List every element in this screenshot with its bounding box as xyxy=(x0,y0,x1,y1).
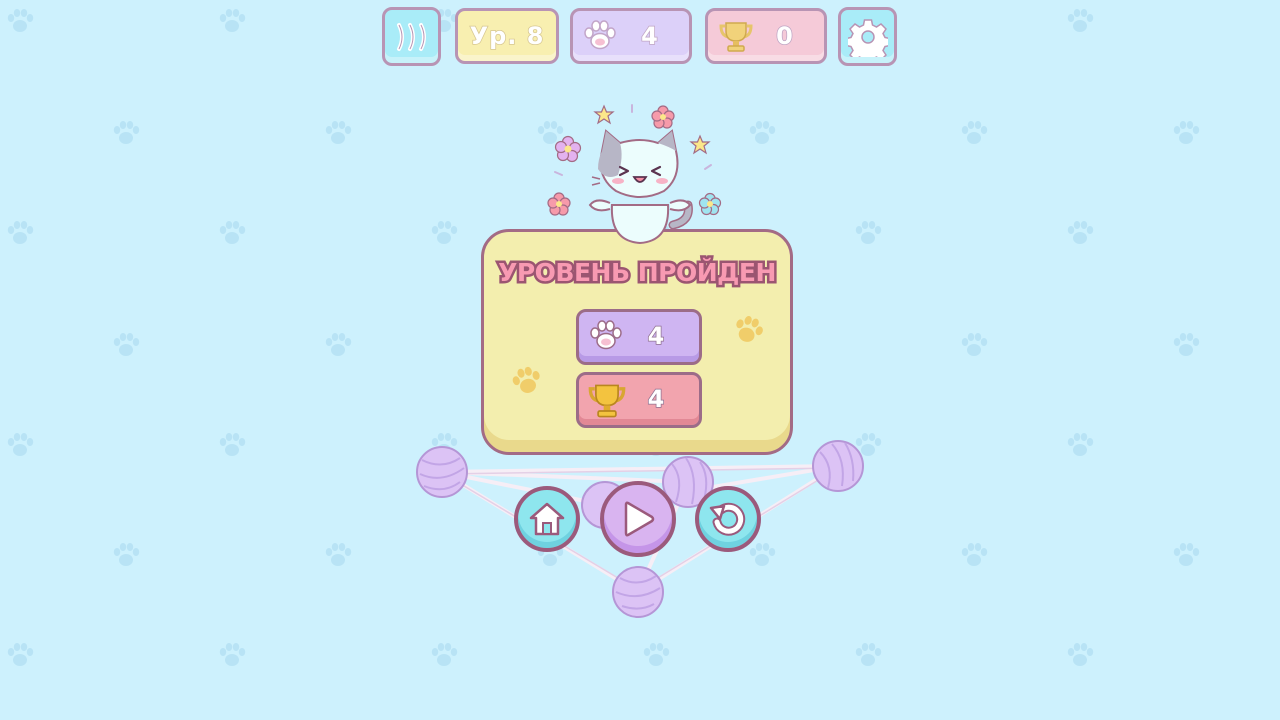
home-button[interactable] xyxy=(514,486,580,552)
paw-count: 4 xyxy=(640,21,659,51)
paw-decoration-icon xyxy=(736,316,763,342)
yarn-ball xyxy=(812,440,864,492)
trophies-earned-value: 4 xyxy=(647,384,665,414)
level-complete-panel: УРОВЕНЬ ПРОЙДЕН 4 4 xyxy=(481,229,793,455)
trophy-count: 0 xyxy=(775,21,794,51)
retry-icon xyxy=(709,502,746,536)
yarn-ball xyxy=(416,446,468,498)
settings-button[interactable] xyxy=(838,7,897,66)
next-level-play-button[interactable] xyxy=(600,481,676,557)
play-icon xyxy=(624,501,655,537)
level-indicator: Ур. 8 xyxy=(455,8,559,64)
level-label: Ур. 8 xyxy=(469,21,545,51)
happy-cat-mascot xyxy=(547,104,722,245)
home-icon xyxy=(529,502,565,536)
paws-earned-value: 4 xyxy=(647,321,665,351)
trophy-counter: 0 xyxy=(705,8,827,64)
menu-bars-icon xyxy=(396,22,426,51)
gear-icon xyxy=(847,18,888,57)
trophies-earned-badge: 4 xyxy=(576,372,702,428)
paws-earned-badge: 4 xyxy=(576,309,702,365)
menu-button[interactable] xyxy=(382,7,441,66)
yarn-ball xyxy=(612,566,664,618)
retry-button[interactable] xyxy=(695,486,761,552)
paw-icon xyxy=(590,320,622,350)
paw-counter: 4 xyxy=(570,8,692,64)
paw-decoration-icon xyxy=(512,366,540,393)
level-complete-title: УРОВЕНЬ ПРОЙДЕН xyxy=(496,256,779,290)
